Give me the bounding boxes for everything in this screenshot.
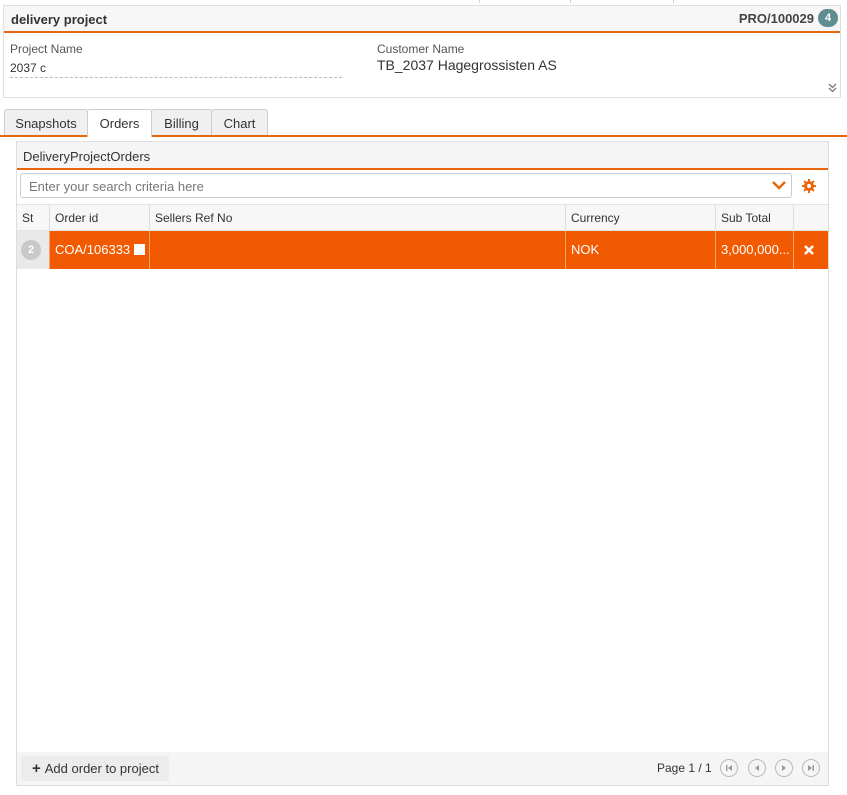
column-header-currency[interactable]: Currency (566, 205, 716, 230)
order-id-cell[interactable]: COA/106333 (50, 231, 150, 269)
last-page-icon[interactable] (802, 759, 820, 777)
column-header-order-id[interactable]: Order id (50, 205, 150, 230)
tab-chart[interactable]: Chart (211, 109, 268, 135)
project-card-title: delivery project (11, 12, 108, 27)
tab-bar: Snapshots Orders Billing Chart (0, 109, 847, 137)
add-order-button[interactable]: + Add order to project (21, 756, 169, 781)
search-box (20, 173, 792, 198)
column-header-st[interactable]: St (17, 205, 50, 230)
column-header-sub-total[interactable]: Sub Total (716, 205, 794, 230)
project-name-value: 2037 c (10, 61, 342, 78)
sub-total-cell: 3,000,000... (716, 231, 794, 269)
plus-icon: + (32, 760, 41, 777)
tab-billing[interactable]: Billing (151, 109, 212, 135)
customer-name-label: Customer Name (377, 42, 465, 56)
orders-panel-header: DeliveryProjectOrders (17, 142, 828, 170)
double-chevron-down-icon[interactable] (828, 83, 837, 95)
previous-page-icon[interactable] (748, 759, 766, 777)
project-code: PRO/100029 (738, 11, 814, 26)
status-badge: 2 (21, 240, 41, 260)
customer-name-value: TB_2037 Hagegrossisten AS (377, 57, 557, 73)
search-input[interactable] (29, 177, 759, 195)
orders-panel: DeliveryProjectOrders St Order id Seller… (16, 141, 829, 786)
first-page-icon[interactable] (720, 759, 738, 777)
sellers-ref-no-cell (150, 231, 566, 269)
tab-snapshots[interactable]: Snapshots (4, 109, 88, 135)
add-order-button-label: Add order to project (44, 761, 159, 776)
column-header-sellers-ref-no[interactable]: Sellers Ref No (150, 205, 566, 230)
close-icon[interactable] (803, 243, 815, 257)
gear-icon[interactable] (801, 178, 817, 194)
order-id-link[interactable]: COA/106333 (55, 242, 130, 257)
project-card-header: delivery project PRO/100029 4 (4, 6, 840, 33)
external-link-icon[interactable] (134, 244, 146, 265)
currency-cell: NOK (566, 231, 716, 269)
project-name-label: Project Name (10, 42, 83, 56)
orders-panel-footer: + Add order to project Page 1 / 1 (17, 752, 828, 785)
orders-table-header: St Order id Sellers Ref No Currency Sub … (17, 204, 828, 231)
project-card: delivery project PRO/100029 4 Project Na… (3, 5, 841, 98)
count-badge[interactable]: 4 (818, 9, 838, 27)
orders-panel-title: DeliveryProjectOrders (23, 149, 151, 164)
status-cell: 2 (17, 231, 50, 269)
page-info: Page 1 / 1 (657, 761, 712, 775)
table-row[interactable]: 2 COA/106333 NOK 3,000,000... (17, 231, 828, 269)
next-page-icon[interactable] (775, 759, 793, 777)
tab-orders[interactable]: Orders (87, 109, 152, 137)
top-divider-marks (0, 0, 847, 4)
chevron-down-icon[interactable] (771, 176, 787, 194)
